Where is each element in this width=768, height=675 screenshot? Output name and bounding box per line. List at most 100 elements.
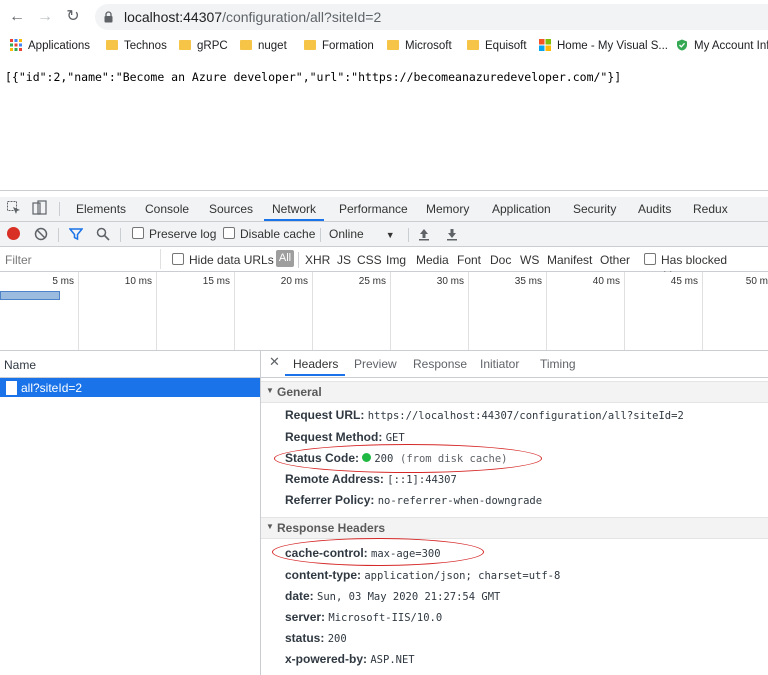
inspect-element-icon[interactable]: [7, 201, 21, 215]
chevron-down-icon: ▼: [266, 522, 274, 531]
tab-headers[interactable]: Headers: [293, 357, 338, 371]
bookmark-home-my-visual-studio[interactable]: Home - My Visual S...: [539, 38, 668, 54]
filter-type-font[interactable]: Font: [457, 253, 481, 267]
request-row-selected[interactable]: all?siteId=2: [0, 378, 260, 397]
tab-network[interactable]: Network: [272, 197, 316, 221]
timeline-gridline: [78, 272, 79, 350]
filter-type-all[interactable]: All: [276, 250, 294, 267]
tab-application[interactable]: Application: [492, 197, 551, 221]
filter-type-media[interactable]: Media: [416, 253, 449, 267]
tab-initiator[interactable]: Initiator: [480, 357, 519, 371]
tab-response[interactable]: Response: [413, 357, 467, 371]
close-icon[interactable]: ✕: [269, 354, 280, 370]
preserve-log-checkbox[interactable]: Preserve log: [132, 226, 216, 242]
tab-memory[interactable]: Memory: [426, 197, 469, 221]
record-icon[interactable]: [7, 227, 20, 240]
url-text[interactable]: localhost:44307/configuration/all?siteId…: [124, 9, 381, 25]
header-value: Microsoft-IIS/10.0: [328, 612, 443, 624]
bookmark-label: Technos: [124, 40, 167, 52]
header-value: Sun, 03 May 2020 21:27:54 GMT: [317, 591, 501, 603]
section-title: General: [277, 385, 322, 399]
filter-type-other[interactable]: Other: [600, 253, 630, 267]
filter-icon[interactable]: [68, 227, 84, 241]
filter-type-css[interactable]: CSS: [357, 253, 382, 267]
throttling-select[interactable]: Online ▼: [329, 226, 395, 243]
timeline-tick-label: 35 ms: [514, 276, 542, 287]
timeline-tick-label: 40 ms: [592, 276, 620, 287]
devtools-divider[interactable]: [0, 190, 768, 191]
device-toolbar-icon[interactable]: [32, 200, 48, 216]
toolbar-divider: [408, 228, 409, 242]
bookmark-label: Formation: [322, 40, 374, 52]
header-key: date:: [285, 589, 314, 603]
reload-icon[interactable]: ↻: [62, 6, 84, 28]
checkbox-box: [223, 227, 235, 239]
tab-elements[interactable]: Elements: [76, 197, 126, 221]
timeline-gridline: [312, 272, 313, 350]
lock-icon: [104, 11, 113, 23]
bookmark-technos[interactable]: Technos: [106, 38, 167, 54]
bookmark-nuget[interactable]: nuget: [240, 38, 287, 54]
search-icon[interactable]: [96, 227, 110, 241]
header-key: Request Method:: [285, 430, 383, 444]
bookmark-applications[interactable]: Applications: [10, 38, 90, 54]
tab-audits[interactable]: Audits: [638, 197, 671, 221]
filter-type-doc[interactable]: Doc: [490, 253, 511, 267]
name-column-header[interactable]: Name: [0, 351, 260, 378]
bookmark-formation[interactable]: Formation: [304, 38, 374, 54]
chevron-down-icon: ▼: [266, 386, 274, 395]
filter-type-img[interactable]: Img: [386, 253, 406, 267]
general-request-url-row: Request URL: https://localhost:44307/con…: [285, 408, 684, 422]
timeline-gridline: [624, 272, 625, 350]
bookmark-grpc[interactable]: gRPC: [179, 38, 228, 54]
header-value: ASP.NET: [370, 654, 415, 666]
filter-placeholder: Filter: [5, 253, 32, 267]
disable-cache-checkbox[interactable]: Disable cache: [223, 226, 315, 242]
filter-type-xhr[interactable]: XHR: [305, 253, 330, 267]
bookmark-label: Home - My Visual S...: [557, 40, 668, 52]
url-path: /configuration/all?siteId=2: [222, 9, 382, 25]
timeline-gridline: [468, 272, 469, 350]
tab-security[interactable]: Security: [573, 197, 616, 221]
toolbar-divider: [58, 228, 59, 242]
forward-arrow-icon[interactable]: →: [34, 6, 56, 28]
import-har-icon[interactable]: [418, 227, 430, 241]
throttle-value: Online: [329, 227, 364, 241]
export-har-icon[interactable]: [446, 227, 458, 241]
timeline-gridline: [390, 272, 391, 350]
apps-grid-icon: [10, 39, 22, 51]
header-value: application/json; charset=utf-8: [364, 570, 561, 582]
bookmark-label: Applications: [28, 40, 91, 52]
tab-sources[interactable]: Sources: [209, 197, 253, 221]
response-headers-section-header[interactable]: ▼ Response Headers: [261, 517, 768, 539]
hide-data-urls-checkbox[interactable]: Hide data URLs: [172, 252, 274, 268]
back-arrow-icon[interactable]: ←: [6, 6, 28, 28]
filter-input[interactable]: Filter: [0, 249, 161, 269]
tab-console[interactable]: Console: [145, 197, 189, 221]
bookmark-label: gRPC: [197, 40, 228, 52]
general-remote-address-row: Remote Address: [::1]:44307: [285, 472, 457, 486]
tab-timing[interactable]: Timing: [540, 357, 576, 371]
clear-icon[interactable]: [34, 227, 48, 241]
chevron-down-icon: ▼: [385, 230, 395, 240]
filter-type-manifest[interactable]: Manifest: [547, 253, 592, 267]
header-key: content-type:: [285, 568, 361, 582]
tab-performance[interactable]: Performance: [339, 197, 408, 221]
shield-icon: [676, 39, 688, 51]
general-referrer-policy-row: Referrer Policy: no-referrer-when-downgr…: [285, 493, 542, 507]
tab-preview[interactable]: Preview: [354, 357, 397, 371]
header-key: server:: [285, 610, 326, 624]
filter-type-js[interactable]: JS: [337, 253, 351, 267]
request-name: all?siteId=2: [21, 381, 83, 395]
response-header-row: date: Sun, 03 May 2020 21:27:54 GMT: [285, 589, 500, 603]
filter-type-ws[interactable]: WS: [520, 253, 539, 267]
bookmark-microsoft[interactable]: Microsoft: [387, 38, 452, 54]
folder-icon: [240, 40, 252, 50]
requests-name-column: [0, 351, 261, 675]
tab-redux[interactable]: Redux: [693, 197, 728, 221]
general-section-header[interactable]: ▼ General: [261, 381, 768, 403]
bookmark-equisoft[interactable]: Equisoft: [467, 38, 527, 54]
bookmark-my-account-info[interactable]: My Account Info: [676, 38, 768, 54]
bookmark-label: Equisoft: [485, 40, 527, 52]
header-key: status:: [285, 631, 325, 645]
